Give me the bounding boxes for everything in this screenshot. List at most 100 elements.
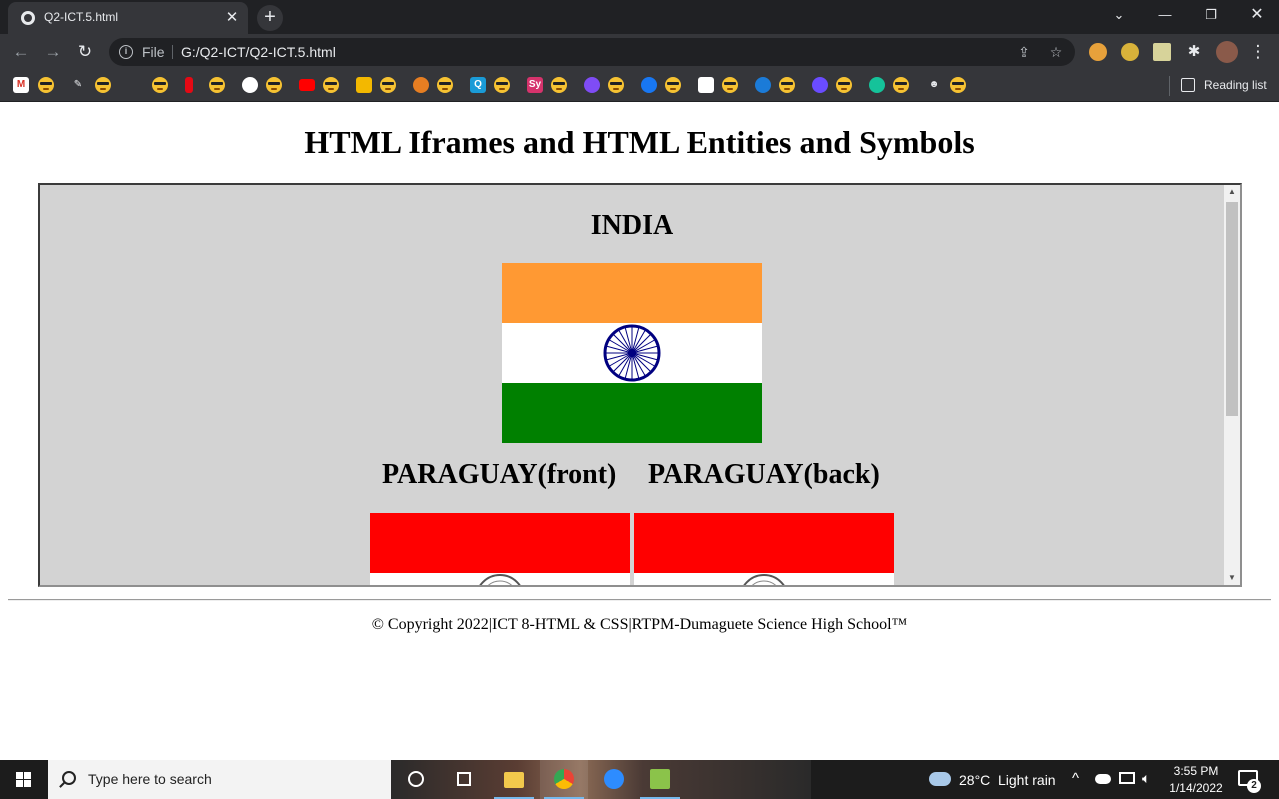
bookmark-emoji-icon[interactable] [722, 77, 738, 93]
close-window-button[interactable]: ✕ [1242, 5, 1272, 25]
reading-list-label[interactable]: Reading list [1204, 78, 1267, 92]
reading-list-icon[interactable] [1181, 78, 1195, 92]
iframe-scrollbar[interactable]: ▲ ▼ [1224, 185, 1240, 585]
paraguay-red-band [370, 513, 630, 573]
tab-title: Q2-ICT.5.html [44, 10, 119, 24]
share-icon[interactable]: ⇪ [1015, 43, 1033, 61]
bookmark-emoji-icon[interactable] [893, 77, 909, 93]
india-flag [502, 263, 762, 443]
netflix-icon[interactable] [185, 77, 193, 93]
app-icon[interactable] [812, 77, 828, 93]
india-saffron-band [502, 263, 762, 323]
bookmark-emoji-icon[interactable] [95, 77, 111, 93]
windows-taskbar: Type here to search 28°C Light rain ^ 🔈︎… [0, 760, 1279, 799]
tab-close-icon[interactable]: ✕ [222, 8, 242, 28]
iframe[interactable]: INDIA PARAGUAY(front) PARAGUAY(back) ▲ ▼ [38, 183, 1242, 587]
sy-icon[interactable]: Sy [527, 77, 543, 93]
extension-face-icon[interactable] [1121, 43, 1139, 61]
browser-tab[interactable]: Q2-ICT.5.html ✕ [8, 2, 248, 34]
paraguay-flag-back [634, 513, 894, 585]
quizizz-icon[interactable]: Q [470, 77, 486, 93]
profile-avatar[interactable] [1216, 41, 1238, 63]
bookmark-emoji-icon[interactable] [494, 77, 510, 93]
extension-avatar-icon[interactable] [1089, 43, 1107, 61]
address-bar[interactable]: i File G:/Q2-ICT/Q2-ICT.5.html ⇪ ☆ [109, 38, 1075, 66]
bookmarks-bar: M ✎ Q Sy ☻ Reading list [0, 70, 1279, 102]
google-icon[interactable] [242, 77, 258, 93]
reload-icon[interactable]: ↻ [73, 40, 97, 64]
bookmark-emoji-icon[interactable] [665, 77, 681, 93]
bookmark-emoji-icon[interactable] [380, 77, 396, 93]
task-view-icon [457, 772, 471, 786]
zoom-icon [604, 769, 624, 789]
scroll-up-arrow-icon[interactable]: ▲ [1224, 185, 1240, 199]
globe-icon [21, 11, 35, 25]
bookmark-emoji-icon[interactable] [152, 77, 168, 93]
search-icon [62, 771, 76, 785]
restore-button[interactable]: ❐ [1196, 5, 1226, 25]
bookmark-star-icon[interactable]: ☆ [1047, 43, 1065, 61]
scroll-down-arrow-icon[interactable]: ▼ [1224, 571, 1240, 585]
bookmark-emoji-icon[interactable] [551, 77, 567, 93]
forward-arrow-icon[interactable]: → [41, 40, 65, 64]
gmail-icon[interactable]: M [13, 77, 29, 93]
file-explorer-button[interactable] [490, 760, 538, 799]
extension-note-icon[interactable] [1153, 43, 1171, 61]
messenger-icon[interactable] [584, 77, 600, 93]
bookmark-emoji-icon[interactable] [38, 77, 54, 93]
task-view-button[interactable] [440, 760, 488, 799]
folder-icon [504, 772, 524, 788]
bookmark-emoji-icon[interactable] [437, 77, 453, 93]
grammarly-icon[interactable] [869, 77, 885, 93]
info-icon[interactable]: i [119, 45, 133, 59]
tab-search-icon[interactable]: ⌄ [1104, 5, 1134, 25]
tray-chevron-up-icon[interactable]: ^ [1072, 770, 1079, 787]
volume-speaker-icon[interactable]: 🔈︎ [1142, 770, 1150, 787]
notification-count-badge: 2 [1247, 779, 1261, 793]
paraguay-red-band [634, 513, 894, 573]
bookmark-emoji-icon[interactable] [266, 77, 282, 93]
cortana-button[interactable] [392, 760, 440, 799]
taskbar-search-box[interactable]: Type here to search [48, 760, 391, 799]
onedrive-cloud-icon[interactable] [1095, 774, 1111, 784]
edmodo-icon[interactable] [356, 77, 372, 93]
page-content: HTML Iframes and HTML Entities and Symbo… [0, 103, 1279, 760]
address-divider [172, 45, 173, 59]
cartoon-icon[interactable]: ☻ [926, 77, 942, 93]
india-heading: INDIA [590, 210, 674, 241]
bookmark-emoji-icon[interactable] [836, 77, 852, 93]
paraguay-seal-icon [479, 574, 521, 585]
bookmark-emoji-icon[interactable] [779, 77, 795, 93]
mail-m-icon[interactable] [698, 77, 714, 93]
bookmark-emoji-icon[interactable] [323, 77, 339, 93]
canva-icon[interactable] [755, 77, 771, 93]
paraguay-flag-front [370, 513, 630, 585]
weather-condition[interactable]: Light rain [998, 772, 1056, 788]
facebook-icon[interactable] [641, 77, 657, 93]
weather-temperature[interactable]: 28°C [959, 772, 990, 788]
bookmark-emoji-icon[interactable] [608, 77, 624, 93]
bookmark-emoji-icon[interactable] [950, 77, 966, 93]
quill-icon[interactable]: ✎ [70, 77, 86, 93]
clock-date: 1/14/2022 [1169, 781, 1223, 795]
search-placeholder: Type here to search [88, 771, 212, 787]
chrome-icon [554, 769, 574, 789]
address-url[interactable]: G:/Q2-ICT/Q2-ICT.5.html [181, 44, 336, 60]
menu-kebab-icon[interactable]: ⋮ [1246, 40, 1270, 64]
gear-sun-icon[interactable] [413, 77, 429, 93]
scrollbar-thumb[interactable] [1226, 202, 1238, 416]
weather-cloud-icon[interactable] [929, 772, 951, 786]
back-arrow-icon[interactable]: ← [9, 40, 33, 64]
notepad-taskbar-button[interactable] [636, 760, 684, 799]
zoom-taskbar-button[interactable] [590, 760, 638, 799]
new-tab-button[interactable]: + [257, 5, 283, 31]
bookmark-emoji-icon[interactable] [209, 77, 225, 93]
paraguay-back-heading: PARAGUAY(back) [648, 459, 880, 490]
chrome-taskbar-button[interactable] [540, 760, 588, 799]
youtube-icon[interactable] [299, 79, 315, 91]
system-clock[interactable]: 3:55 PM 1/14/2022 [1163, 763, 1229, 797]
start-button[interactable] [0, 760, 48, 799]
extensions-puzzle-icon[interactable]: ✱ [1185, 43, 1203, 61]
network-icon[interactable] [1119, 772, 1135, 784]
minimize-button[interactable]: — [1150, 5, 1180, 25]
